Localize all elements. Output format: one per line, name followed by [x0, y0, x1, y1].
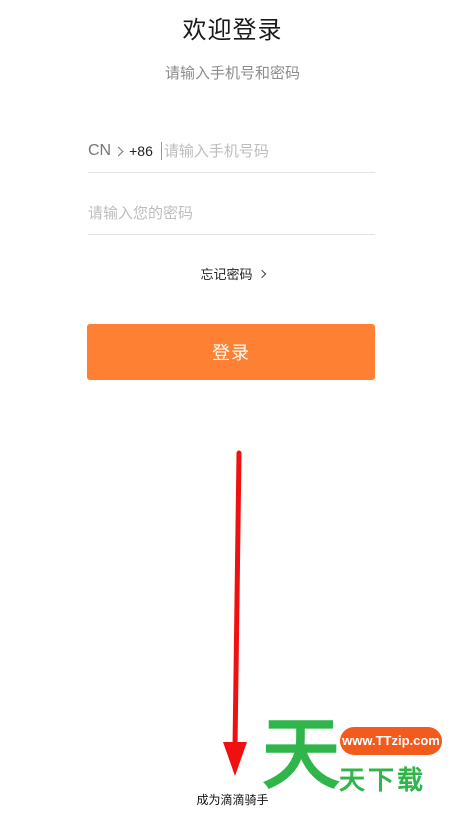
become-rider-link[interactable]: 成为滴滴骑手	[0, 791, 465, 808]
annotation-arrow-head	[223, 742, 247, 776]
annotation-arrow-shaft	[232, 450, 242, 751]
watermark-logo: 天	[262, 710, 341, 800]
annotation-arrow	[223, 450, 247, 776]
watermark-badge: www.TTzip.com	[340, 727, 442, 755]
